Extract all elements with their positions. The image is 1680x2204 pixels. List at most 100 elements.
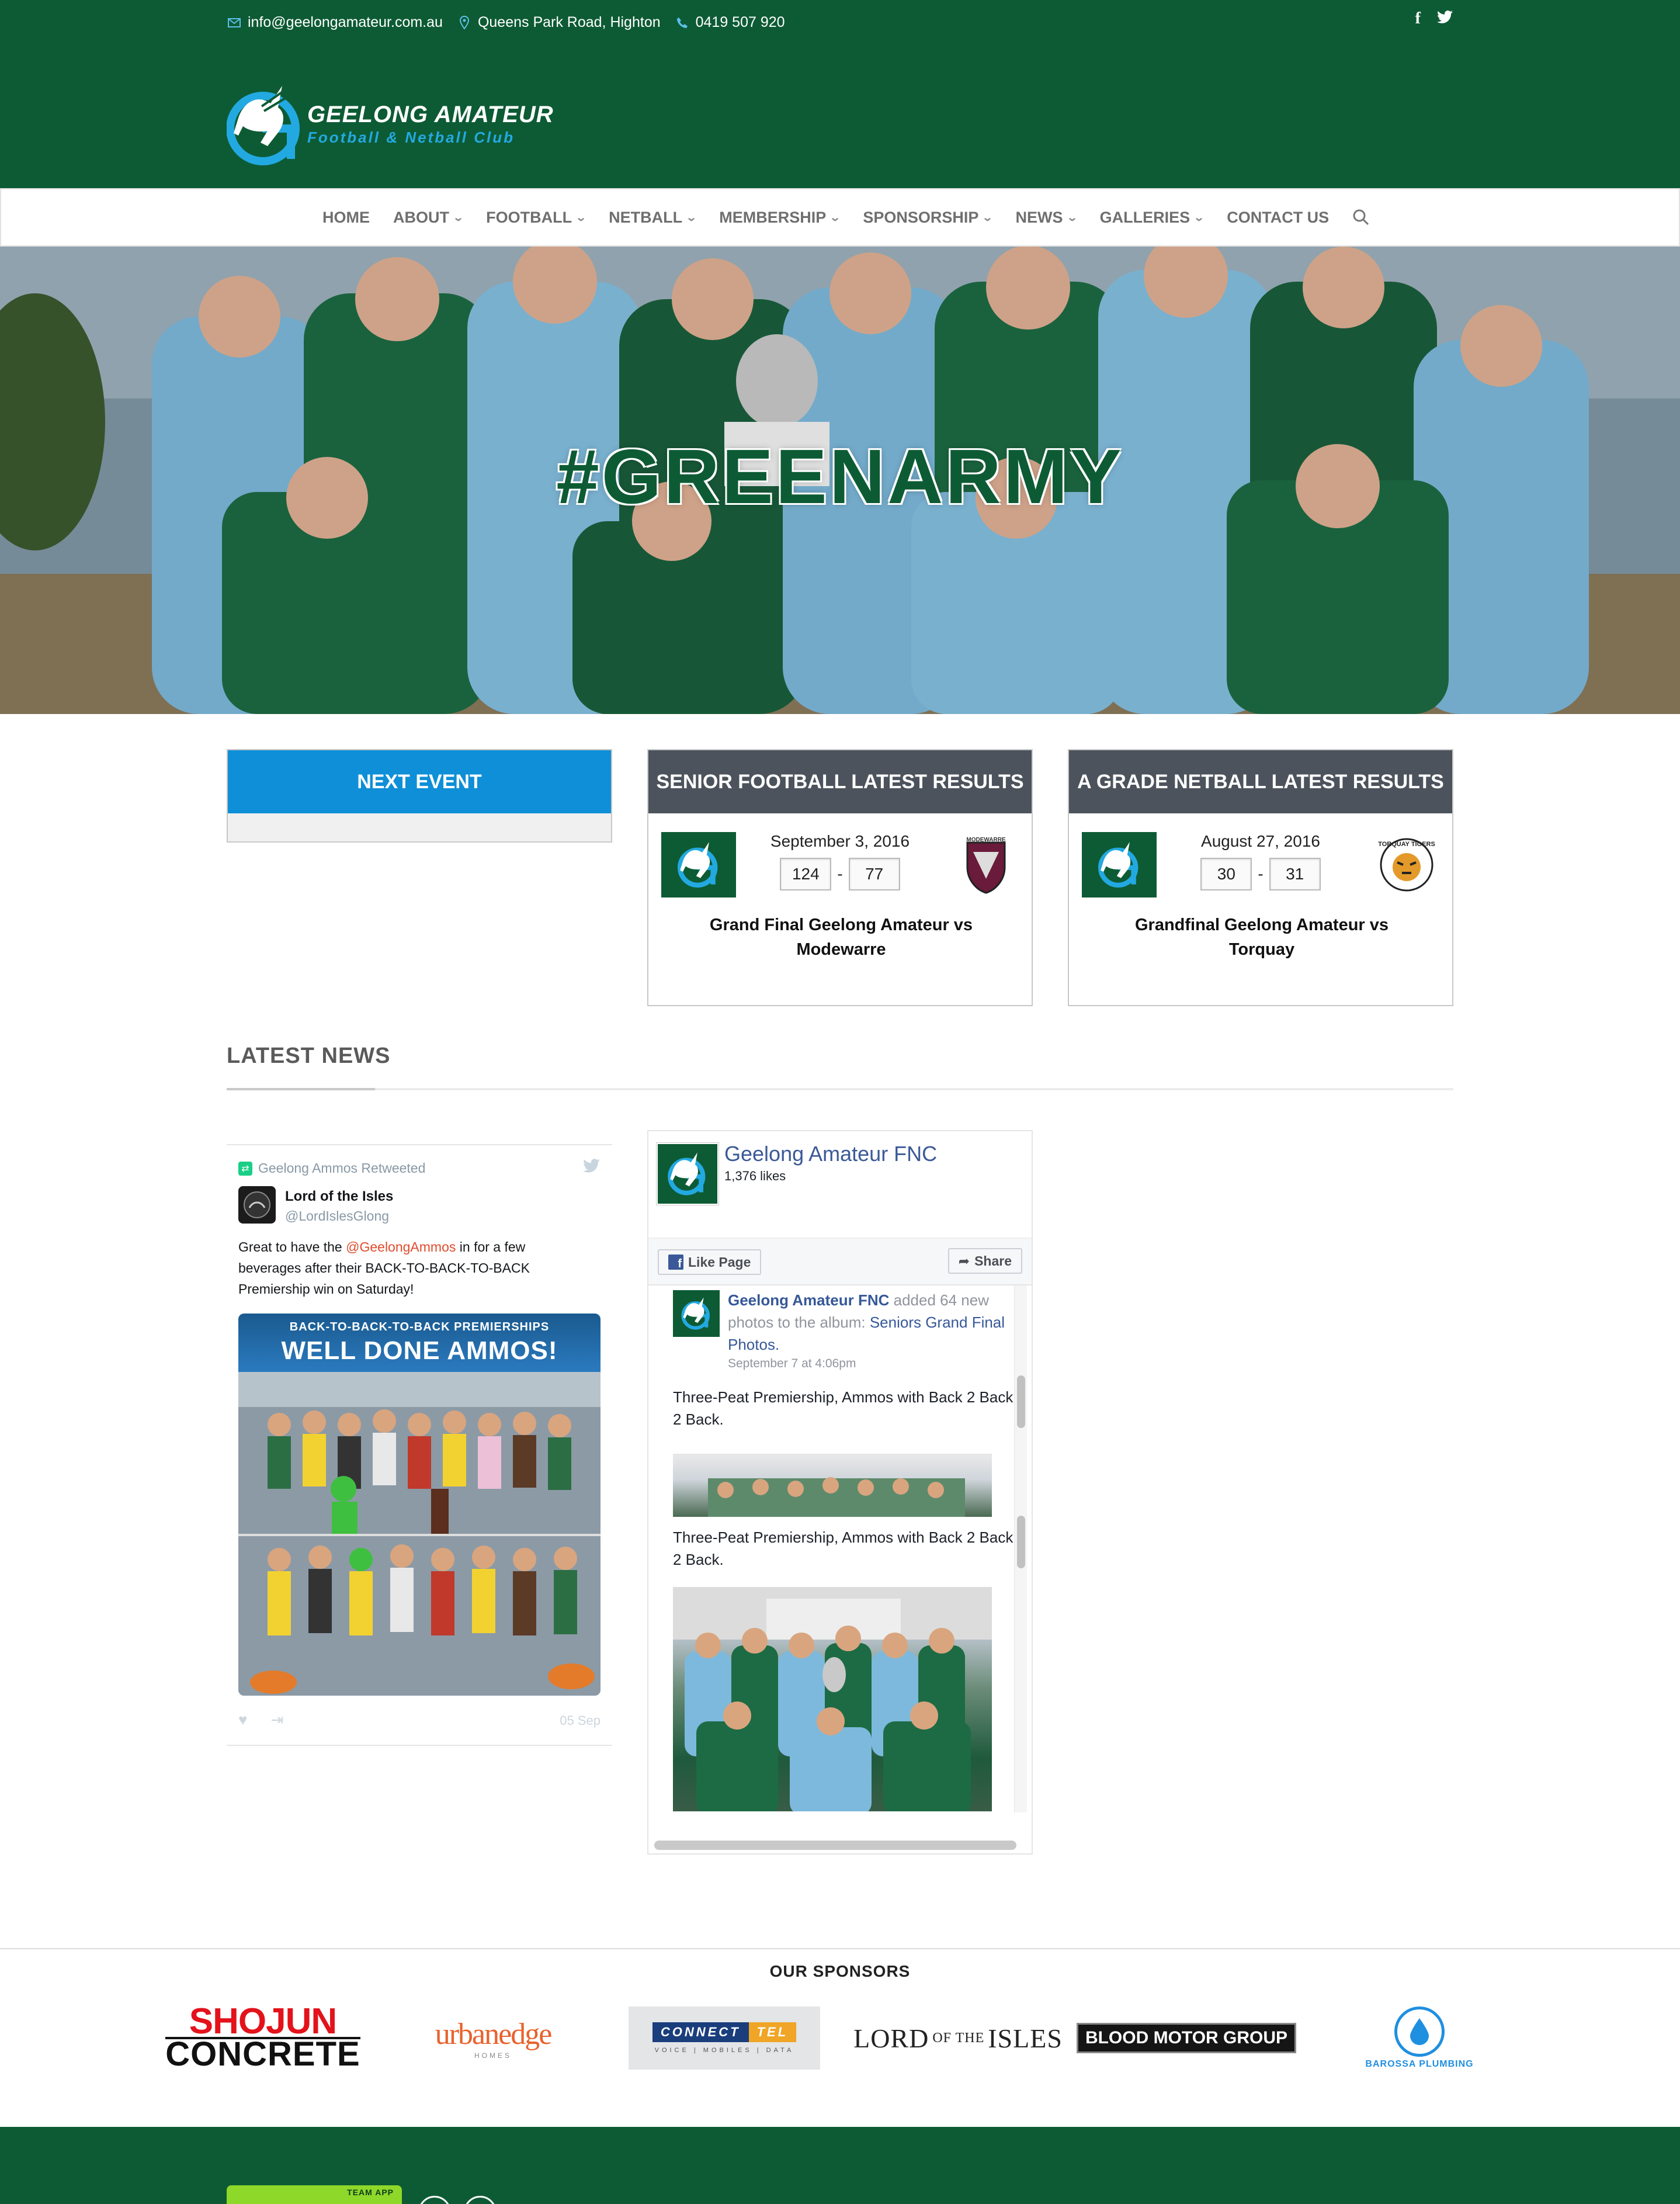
tweet-user-name[interactable]: Lord of the Isles	[285, 1188, 393, 1205]
next-event-body	[228, 813, 611, 841]
nav-label: NEWS	[1015, 208, 1063, 226]
like-icon[interactable]: ♥	[238, 1711, 247, 1729]
facebook-page-name[interactable]: Geelong Amateur FNC	[724, 1142, 937, 1166]
home-score: 124	[780, 858, 832, 890]
sponsors-heading: OUR SPONSORS	[769, 1962, 911, 1980]
footer-social-icon[interactable]	[464, 2196, 497, 2204]
match-title: Grandfinal Geelong Amateur vs Torquay	[1134, 916, 1389, 959]
urbanedge-wordmark: urbanedge	[435, 2017, 553, 2051]
post-author-link[interactable]: Geelong Amateur FNC	[728, 1291, 889, 1309]
facebook-feed[interactable]: Geelong Amateur FNC added 64 new photos …	[648, 1285, 1032, 1813]
post-timestamp[interactable]: September 7 at 4:06pm	[728, 1357, 856, 1371]
twitter-bird-icon[interactable]	[583, 1158, 601, 1177]
tweet-user-handle[interactable]: @LordIslesGlong	[285, 1208, 389, 1224]
tweet-date[interactable]: 05 Sep	[560, 1713, 601, 1728]
nav-item-news[interactable]: NEWS ⌄	[1015, 208, 1078, 227]
lord-text: LORD	[853, 2023, 929, 2053]
retweeted-by-text: Geelong Ammos Retweeted	[258, 1160, 426, 1176]
nav-item-membership[interactable]: MEMBERSHIP ⌄	[719, 209, 841, 227]
urbanedge-sub: HOMES	[474, 2051, 512, 2060]
tel-text: TEL	[748, 2022, 797, 2042]
home-score: 30	[1200, 858, 1252, 890]
shojun-wordmark: SHOJUN	[189, 2001, 337, 2042]
team-app-badge[interactable]: TEAM APP	[227, 2185, 402, 2204]
away-score: 77	[848, 858, 900, 890]
sponsor-urbanedge[interactable]: urbanedge HOMES	[435, 2007, 553, 2070]
phone-link[interactable]: 0419 507 920	[696, 14, 785, 31]
facebook-page-avatar[interactable]	[656, 1142, 719, 1205]
connecttel-wordmark: CONNECT TEL	[652, 2022, 797, 2042]
tweet-actions: ♥ ⇥	[238, 1711, 283, 1729]
concrete-wordmark: CONCRETE	[165, 2035, 360, 2073]
social-links: f	[1415, 9, 1453, 28]
retweet-label: ⇄ Geelong Ammos Retweeted	[238, 1160, 425, 1176]
card-title: A GRADE NETBALL LATEST RESULTS	[1069, 750, 1452, 813]
footer-social-icon[interactable]	[418, 2196, 451, 2204]
share-arrow-icon: ➦	[958, 1253, 970, 1269]
torquay-logo-text: TORQUAY TIGERS	[1378, 841, 1435, 848]
nav-label: ABOUT	[393, 208, 449, 226]
post-photo-thumbnail[interactable]	[673, 1454, 992, 1517]
club-logo[interactable]: GEELONG AMATEUR Football & Netball Club	[227, 77, 554, 171]
twitter-feed: ⇄ Geelong Ammos Retweeted Lord of the Is…	[227, 1144, 612, 1746]
sponsor-barossa-plumbing[interactable]: BAROSSA PLUMBING	[1361, 2007, 1478, 2070]
sponsor-lord-of-the-isles[interactable]: LORD OF THE ISLES	[853, 2007, 1062, 2070]
email-link[interactable]: info@geelongamateur.com.au	[248, 14, 443, 31]
tweet-text-part: Great to have the	[238, 1239, 346, 1255]
mention-link[interactable]: @GeelongAmmos	[346, 1239, 456, 1255]
nav-label: NETBALL	[609, 208, 683, 226]
nav-item-about[interactable]: ABOUT ⌄	[393, 208, 464, 227]
chevron-down-icon: ⌄	[1193, 211, 1205, 223]
facebook-action-bar: f Like Page ➦ Share	[648, 1239, 1032, 1285]
connecttel-tagline: VOICE | MOBILES | DATA	[654, 2047, 794, 2054]
nav-item-contact-us[interactable]: CONTACT US	[1227, 209, 1329, 227]
nav-item-netball[interactable]: NETBALL ⌄	[609, 208, 697, 227]
tweet-photo[interactable]: BACK-TO-BACK-TO-BACK PREMIERSHIPS WELL D…	[238, 1314, 601, 1696]
water-drop-icon	[1394, 2007, 1445, 2057]
photo-banner-line1: BACK-TO-BACK-TO-BACK PREMIERSHIPS	[289, 1321, 550, 1333]
nav-item-football[interactable]: FOOTBALL ⌄	[486, 208, 587, 227]
sponsor-shojun-concrete[interactable]: SHOJUN CONCRETE	[165, 2001, 360, 2073]
latest-news-heading: LATEST NEWS	[227, 1044, 391, 1068]
barossa-wordmark: BAROSSA PLUMBING	[1365, 2059, 1474, 2069]
of-the-text: OF THE	[932, 2030, 985, 2046]
share-button[interactable]: ➦ Share	[947, 1248, 1022, 1274]
address-text: Queens Park Road, Highton	[477, 14, 661, 30]
facebook-icon[interactable]: f	[1415, 9, 1421, 28]
club-subtitle: Football & Netball Club	[307, 129, 515, 146]
nav-item-galleries[interactable]: GALLERIES ⌄	[1100, 209, 1205, 227]
hero-banner: #GREENARMY	[0, 247, 1680, 714]
share-icon[interactable]: ⇥	[270, 1711, 283, 1729]
senior-football-results-card: SENIOR FOOTBALL LATEST RESULTS September…	[647, 749, 1033, 1006]
chevron-down-icon: ⌄	[575, 211, 587, 223]
facebook-likes-count: 1,376 likes	[724, 1169, 786, 1183]
like-page-label: Like Page	[688, 1254, 751, 1270]
isles-text: ISLES	[988, 2023, 1063, 2053]
netball-results-card: A GRADE NETBALL LATEST RESULTS August 27…	[1068, 749, 1453, 1006]
twitter-icon[interactable]	[1437, 9, 1453, 28]
nav-label: CONTACT US	[1227, 208, 1330, 226]
search-icon	[1353, 209, 1369, 226]
post-text: Three-Peat Premiership, Ammos with Back …	[673, 1388, 1013, 1428]
post-avatar[interactable]	[673, 1290, 720, 1337]
sponsor-connecttel[interactable]: CONNECT TEL VOICE | MOBILES | DATA	[629, 2007, 820, 2070]
feed-horizontal-scrollbar[interactable]	[654, 1841, 1016, 1850]
section-divider	[227, 1088, 1453, 1090]
modewarre-logo: MODEWARRE	[953, 832, 1019, 897]
feed-vertical-scrollbar[interactable]	[1014, 1285, 1027, 1813]
away-score: 31	[1269, 858, 1321, 890]
modewarre-logo-text: MODEWARRE	[966, 837, 1006, 843]
search-button[interactable]	[1352, 209, 1370, 226]
site-footer: TEAM APP	[0, 2127, 1680, 2204]
sponsor-blood-motor-group[interactable]: BLOOD MOTOR GROUP	[1076, 2007, 1297, 2070]
nav-label: FOOTBALL	[486, 208, 572, 226]
scrollbar-thumb[interactable]	[1017, 1375, 1025, 1428]
scrollbar-thumb[interactable]	[1017, 1516, 1025, 1568]
torquay-tigers-logo: TORQUAY TIGERS	[1374, 832, 1439, 897]
chevron-down-icon: ⌄	[982, 211, 994, 223]
nav-item-sponsorship[interactable]: SPONSORSHIP ⌄	[863, 209, 994, 227]
nav-item-home[interactable]: HOME	[322, 209, 370, 227]
like-page-button[interactable]: f Like Page	[658, 1249, 762, 1275]
post-photo[interactable]	[673, 1587, 992, 1813]
avatar[interactable]	[238, 1186, 276, 1224]
